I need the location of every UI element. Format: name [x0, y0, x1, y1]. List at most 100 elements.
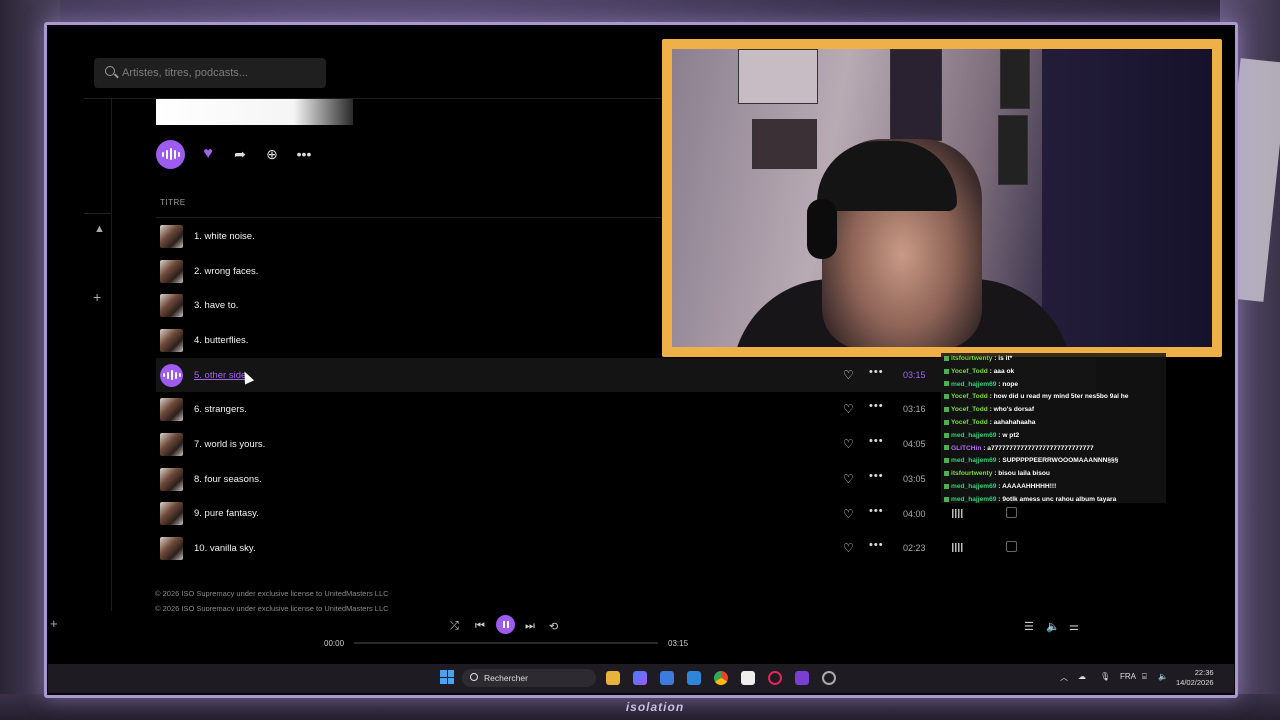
chat-message: Yocef_Todd : how did u read my mind 5ter… [944, 391, 1166, 404]
track-thumbnail [160, 432, 183, 456]
taskbar-search-label: Rechercher [484, 673, 528, 683]
copyright-text: © 2026 ISO Supremacy under exclusive lic… [155, 589, 389, 598]
language-indicator[interactable]: FRA [1120, 672, 1136, 681]
waveform-icon [952, 508, 964, 518]
more-icon[interactable]: ••• [869, 400, 884, 412]
track-checkbox[interactable] [1006, 506, 1017, 518]
onedrive-icon[interactable]: ☁ [1078, 672, 1086, 681]
repeat-icon[interactable]: ⟲ [549, 620, 558, 633]
search-box[interactable] [94, 58, 326, 88]
chat-text: : who's dorsaf [989, 406, 1035, 414]
progress-bar[interactable] [354, 642, 658, 644]
mail-icon[interactable] [687, 671, 701, 685]
heart-icon[interactable]: ♡ [843, 402, 854, 416]
copilot-icon[interactable] [633, 671, 647, 685]
mouse-cursor-icon [239, 369, 255, 385]
chat-message: GLITCHin : a7777777777777777777777777777 [944, 443, 1166, 456]
heart-icon[interactable]: ♡ [843, 368, 854, 382]
more-icon[interactable]: ••• [869, 539, 884, 551]
album-actions: ♥ ➦ ⊕ ••• [156, 139, 313, 169]
deezer-icon[interactable] [795, 671, 809, 685]
more-icon[interactable]: ••• [869, 505, 884, 517]
chat-user: GLITCHin [951, 444, 982, 452]
chat-message: Yocef_Todd : aahahahaaha [944, 417, 1166, 430]
play-album-button[interactable] [156, 139, 185, 169]
taskbar-clock[interactable]: 22:36 14/02/2026 [1176, 668, 1214, 688]
share-icon[interactable]: ➦ [231, 145, 249, 163]
now-playing-indicator[interactable] [160, 363, 183, 387]
track-title[interactable]: 1. white noise. [194, 231, 255, 242]
track-thumbnail [160, 294, 183, 318]
chat-message: med_hajjem69 : w pt2 [944, 430, 1166, 443]
track-title[interactable]: 7. world is yours. [194, 439, 265, 450]
queue-icon[interactable]: ☰ [1024, 620, 1034, 633]
more-icon[interactable]: ••• [869, 366, 884, 378]
chat-text: : a7777777777777777777777777777 [983, 444, 1094, 452]
obs-icon[interactable] [822, 671, 836, 685]
total-time: 03:15 [668, 639, 689, 648]
network-icon[interactable]: ⌸ [1142, 672, 1147, 682]
store-icon[interactable] [660, 671, 674, 685]
track-title[interactable]: 6. strangers. [194, 404, 247, 415]
chat-text: : aaa ok [989, 367, 1015, 375]
track-thumbnail [160, 537, 183, 561]
track-title[interactable]: 9. pure fantasy. [194, 508, 259, 519]
plus-icon[interactable]: + [93, 289, 101, 305]
windows-start-icon[interactable] [440, 670, 454, 684]
download-icon[interactable]: ⊕ [263, 145, 281, 163]
chrome-icon[interactable] [714, 671, 728, 685]
chat-user: med_hajjem69 [951, 431, 997, 439]
search-input[interactable] [122, 64, 318, 82]
chat-user: med_hajjem69 [951, 495, 997, 503]
track-title[interactable]: 10. vanilla sky. [194, 543, 256, 554]
pause-button[interactable] [496, 615, 515, 634]
column-header-title: TITRE [160, 198, 186, 207]
microphone-icon[interactable]: 🎙 [1100, 672, 1110, 681]
waveform-icon [952, 543, 964, 553]
volume-icon[interactable]: 🔈 [1046, 620, 1060, 633]
heart-icon[interactable]: ♡ [843, 437, 854, 451]
heart-icon[interactable]: ♡ [843, 507, 854, 521]
chat-text: : bisou laila bisou [994, 470, 1050, 478]
chat-message: med_hajjem69 : AAAAAHHHHH!!! [944, 481, 1166, 494]
clock-date: 14/02/2026 [1176, 678, 1214, 687]
track-checkbox[interactable] [1006, 541, 1017, 553]
shuffle-icon[interactable]: ⤮ [450, 620, 459, 633]
next-icon[interactable]: ⏭ [525, 620, 535, 633]
file-explorer-icon[interactable] [606, 671, 620, 685]
more-icon[interactable]: ••• [869, 435, 884, 447]
track-title[interactable]: 8. four seasons. [194, 474, 262, 485]
track-row[interactable]: 10. vanilla sky. ♡ ••• 02:23 [156, 531, 1096, 566]
plus-icon[interactable]: + [50, 616, 58, 631]
settings-icon[interactable]: ⚌ [1069, 620, 1079, 633]
cam-poster [998, 115, 1028, 185]
more-icon[interactable]: ••• [869, 470, 884, 482]
chat-message: Yocef_Todd : who's dorsaf [944, 404, 1166, 417]
track-duration: 02:23 [903, 543, 926, 554]
chat-user: med_hajjem69 [951, 482, 997, 490]
track-thumbnail [160, 259, 183, 283]
track-title[interactable]: 3. have to. [194, 300, 238, 311]
track-title[interactable]: 4. butterflies. [194, 335, 248, 346]
screen: ▲ + ♥ ➦ ⊕ ••• TITRE 1. white noise. [48, 27, 1234, 693]
speaker-icon[interactable]: 🔈 [1158, 672, 1168, 681]
chevron-up-icon[interactable]: ▲ [94, 223, 105, 235]
track-duration: 04:05 [903, 439, 926, 450]
equalizer-icon [162, 370, 181, 381]
chat-message: med_hajjem69 : nope [944, 379, 1166, 392]
webcam-feed [672, 49, 1212, 347]
track-title[interactable]: 2. wrong faces. [194, 266, 258, 277]
heart-filled-icon[interactable]: ♥ [199, 145, 217, 163]
more-icon[interactable]: ••• [295, 145, 313, 163]
chat-message: Yocef_Todd : aaa ok [944, 366, 1166, 379]
heart-icon[interactable]: ♡ [843, 472, 854, 486]
chat-text: : is it* [994, 355, 1013, 362]
chevron-up-icon[interactable]: ︿ [1060, 672, 1068, 683]
notion-icon[interactable] [741, 671, 755, 685]
opera-icon[interactable] [768, 671, 782, 685]
track-duration: 03:05 [903, 473, 926, 484]
taskbar-search[interactable]: Rechercher [462, 669, 596, 687]
heart-icon[interactable]: ♡ [843, 541, 854, 555]
track-duration: 04:00 [903, 508, 926, 519]
previous-icon[interactable]: ⏮ [475, 620, 485, 633]
